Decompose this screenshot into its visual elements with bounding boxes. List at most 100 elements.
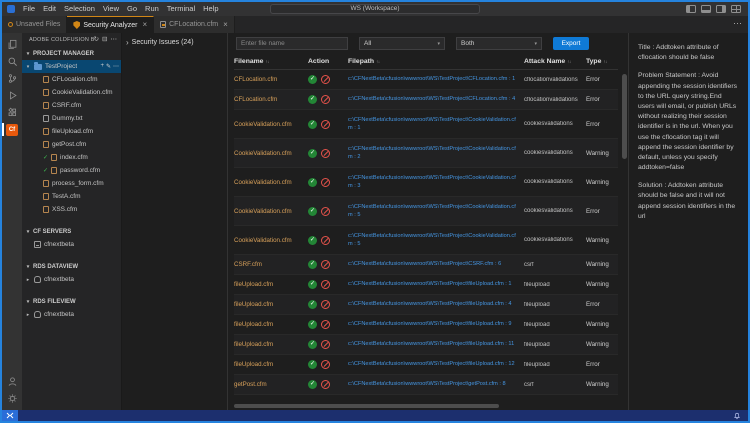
refresh-icon[interactable]: ↻ bbox=[94, 37, 99, 44]
section-header-cf-servers[interactable]: ▾CF SERVERS bbox=[22, 225, 121, 238]
table-row[interactable]: CFLocation.cfm✓c:\CFNextBeta\cfusion\www… bbox=[234, 70, 618, 90]
table-row[interactable]: CookieValidation.cfm✓c:\CFNextBeta\cfusi… bbox=[234, 226, 618, 255]
block-circle-icon[interactable] bbox=[321, 340, 330, 349]
section-header-rds-dataview[interactable]: ▾RDS DATAVIEW bbox=[22, 260, 121, 273]
block-circle-icon[interactable] bbox=[321, 120, 330, 129]
table-row[interactable]: getPost.cfm✓c:\CFNextBeta\cfusion\wwwroo… bbox=[234, 375, 618, 395]
more-actions-icon[interactable]: ⋯ bbox=[113, 63, 119, 70]
block-circle-icon[interactable] bbox=[321, 380, 330, 389]
menu-edit[interactable]: Edit bbox=[39, 2, 60, 16]
remote-indicator-icon[interactable] bbox=[2, 410, 18, 421]
menu-file[interactable]: File bbox=[19, 2, 39, 16]
toggle-sidebar-icon[interactable] bbox=[686, 5, 696, 13]
filepath-link[interactable]: c:\CFNextBeta\cfusion\wwwroot\WS\TestPro… bbox=[348, 75, 520, 83]
run-debug-icon[interactable] bbox=[2, 87, 22, 104]
table-row[interactable]: CFLocation.cfm✓c:\CFNextBeta\cfusion\www… bbox=[234, 90, 618, 110]
filepath-link[interactable]: c:\CFNextBeta\cfusion\wwwroot\WS\TestPro… bbox=[348, 116, 520, 133]
more-actions-icon[interactable]: ⋯ bbox=[111, 37, 118, 44]
menu-go[interactable]: Go bbox=[123, 2, 141, 16]
filepath-link[interactable]: c:\CFNextBeta\cfusion\wwwroot\WS\TestPro… bbox=[348, 360, 520, 368]
table-row[interactable]: CookieValidation.cfm✓c:\CFNextBeta\cfusi… bbox=[234, 110, 618, 139]
tree-item-cfnextbeta[interactable]: cfnextbeta bbox=[22, 238, 121, 251]
section-header-rds-fileview[interactable]: ▾RDS FILEVIEW bbox=[22, 295, 121, 308]
tree-item-password-cfm[interactable]: ✓password.cfm bbox=[22, 164, 121, 177]
check-circle-icon[interactable]: ✓ bbox=[308, 178, 317, 187]
edit-icon[interactable]: ✎ bbox=[106, 63, 111, 70]
bell-icon[interactable] bbox=[733, 407, 741, 423]
check-circle-icon[interactable]: ✓ bbox=[308, 236, 317, 245]
filepath-link[interactable]: c:\CFNextBeta\cfusion\wwwroot\WS\TestPro… bbox=[348, 145, 520, 162]
tree-item-cflocation-cfm[interactable]: CFLocation.cfm bbox=[22, 73, 121, 86]
block-circle-icon[interactable] bbox=[321, 207, 330, 216]
menu-terminal[interactable]: Terminal bbox=[163, 2, 199, 16]
check-circle-icon[interactable]: ✓ bbox=[308, 340, 317, 349]
filepath-link[interactable]: c:\CFNextBeta\cfusion\wwwroot\WS\TestPro… bbox=[348, 203, 520, 220]
block-circle-icon[interactable] bbox=[321, 320, 330, 329]
security-issues-header[interactable]: › Security Issues (24) bbox=[122, 33, 227, 52]
tree-item-process-form-cfm[interactable]: process_form.cfm bbox=[22, 177, 121, 190]
filepath-link[interactable]: c:\CFNextBeta\cfusion\wwwroot\WS\TestPro… bbox=[348, 380, 520, 388]
table-row[interactable]: CookieValidation.cfm✓c:\CFNextBeta\cfusi… bbox=[234, 139, 618, 168]
column-header-filename[interactable]: Filename↑↓ bbox=[234, 58, 308, 65]
close-icon[interactable]: × bbox=[223, 21, 228, 29]
menu-help[interactable]: Help bbox=[199, 2, 222, 16]
search-icon[interactable] bbox=[2, 53, 22, 70]
tree-item-cfnextbeta[interactable]: ▸cfnextbeta bbox=[22, 273, 121, 286]
tab-unsaved-files[interactable]: Unsaved Files bbox=[2, 16, 67, 33]
menu-run[interactable]: Run bbox=[141, 2, 163, 16]
toggle-panel-icon[interactable] bbox=[701, 5, 711, 13]
editor-more-actions-icon[interactable]: ⋯ bbox=[733, 18, 742, 29]
account-icon[interactable] bbox=[2, 373, 22, 390]
check-circle-icon[interactable]: ✓ bbox=[308, 320, 317, 329]
severity-dropdown[interactable]: All ▾ bbox=[359, 37, 445, 50]
block-circle-icon[interactable] bbox=[321, 178, 330, 187]
export-button[interactable]: Export bbox=[553, 37, 589, 50]
filepath-link[interactable]: c:\CFNextBeta\cfusion\wwwroot\WS\TestPro… bbox=[348, 340, 520, 348]
filepath-link[interactable]: c:\CFNextBeta\cfusion\wwwroot\WS\TestPro… bbox=[348, 95, 520, 103]
block-circle-icon[interactable] bbox=[321, 75, 330, 84]
block-circle-icon[interactable] bbox=[321, 360, 330, 369]
tree-item-csrf-cfm[interactable]: CSRF.cfm bbox=[22, 99, 121, 112]
tree-item-cookievalidation-cfm[interactable]: CookieValidation.cfm bbox=[22, 86, 121, 99]
tree-item-fileupload-cfm[interactable]: fileUpload.cfm bbox=[22, 125, 121, 138]
tree-item-testa-cfm[interactable]: TestA.cfm bbox=[22, 190, 121, 203]
extensions-icon[interactable] bbox=[2, 104, 22, 121]
menu-view[interactable]: View bbox=[99, 2, 123, 16]
tree-item-testproject[interactable]: ▾TestProject+✎⋯ bbox=[22, 60, 121, 73]
check-circle-icon[interactable]: ✓ bbox=[308, 300, 317, 309]
filepath-link[interactable]: c:\CFNextBeta\cfusion\wwwroot\WS\TestPro… bbox=[348, 232, 520, 249]
tab-security-analyzer[interactable]: Security Analyzer× bbox=[67, 16, 154, 33]
tree-item-xss-cfm[interactable]: XSS.cfm bbox=[22, 203, 121, 216]
table-row[interactable]: CookieValidation.cfm✓c:\CFNextBeta\cfusi… bbox=[234, 197, 618, 226]
menu-selection[interactable]: Selection bbox=[60, 2, 99, 16]
coldfusion-icon[interactable]: Cf bbox=[2, 121, 22, 138]
check-circle-icon[interactable]: ✓ bbox=[308, 149, 317, 158]
table-row[interactable]: fileUpload.cfm✓c:\CFNextBeta\cfusion\www… bbox=[234, 275, 618, 295]
table-row[interactable]: fileUpload.cfm✓c:\CFNextBeta\cfusion\www… bbox=[234, 335, 618, 355]
table-row[interactable]: fileUpload.cfm✓c:\CFNextBeta\cfusion\www… bbox=[234, 295, 618, 315]
check-circle-icon[interactable]: ✓ bbox=[308, 380, 317, 389]
tree-item-index-cfm[interactable]: ✓index.cfm bbox=[22, 151, 121, 164]
block-circle-icon[interactable] bbox=[321, 149, 330, 158]
check-circle-icon[interactable]: ✓ bbox=[308, 360, 317, 369]
filepath-link[interactable]: c:\CFNextBeta\cfusion\wwwroot\WS\TestPro… bbox=[348, 300, 520, 308]
tree-item-dummy-txt[interactable]: Dummy.txt bbox=[22, 112, 121, 125]
customize-layout-icon[interactable] bbox=[731, 5, 741, 13]
command-center[interactable]: WS (Workspace) bbox=[270, 4, 480, 14]
tab-cflocation-cfm[interactable]: CFLocation.cfm× bbox=[154, 16, 235, 33]
close-icon[interactable]: × bbox=[142, 21, 147, 29]
check-circle-icon[interactable]: ✓ bbox=[308, 280, 317, 289]
filepath-link[interactable]: c:\CFNextBeta\cfusion\wwwroot\WS\TestPro… bbox=[348, 174, 520, 191]
block-circle-icon[interactable] bbox=[321, 236, 330, 245]
check-circle-icon[interactable]: ✓ bbox=[308, 95, 317, 104]
tree-item-cfnextbeta[interactable]: ▸cfnextbeta bbox=[22, 308, 121, 321]
tree-item-getpost-cfm[interactable]: getPost.cfm bbox=[22, 138, 121, 151]
horizontal-scrollbar-thumb[interactable] bbox=[234, 404, 499, 408]
block-circle-icon[interactable] bbox=[321, 95, 330, 104]
table-row[interactable]: fileUpload.cfm✓c:\CFNextBeta\cfusion\www… bbox=[234, 355, 618, 375]
check-circle-icon[interactable]: ✓ bbox=[308, 75, 317, 84]
explorer-icon[interactable] bbox=[2, 36, 22, 53]
column-header-filepath[interactable]: Filepath↑↓ bbox=[348, 58, 524, 65]
table-row[interactable]: CSRF.cfm✓c:\CFNextBeta\cfusion\wwwroot\W… bbox=[234, 255, 618, 275]
filepath-link[interactable]: c:\CFNextBeta\cfusion\wwwroot\WS\TestPro… bbox=[348, 320, 520, 328]
